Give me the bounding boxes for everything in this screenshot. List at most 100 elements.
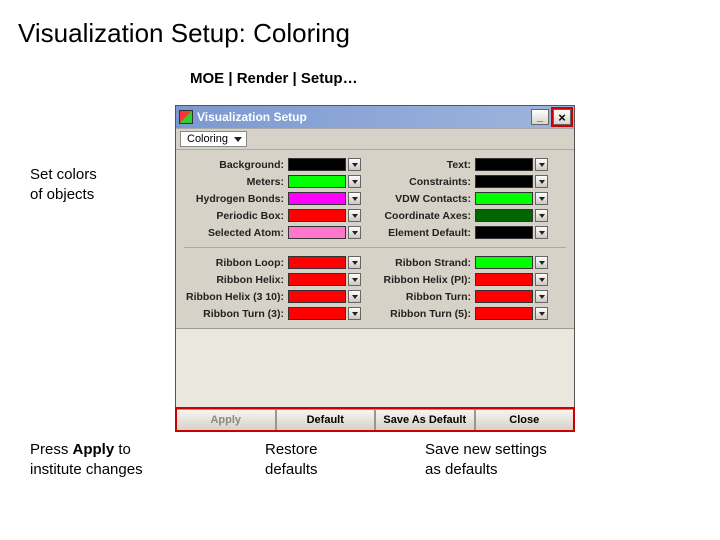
color-label: Ribbon Strand: xyxy=(373,257,473,269)
color-swatch[interactable] xyxy=(288,175,346,188)
color-dropdown[interactable] xyxy=(348,175,361,188)
chevron-down-icon xyxy=(539,312,545,316)
color-swatch[interactable] xyxy=(475,209,533,222)
color-swatch[interactable] xyxy=(475,175,533,188)
color-swatch[interactable] xyxy=(288,209,346,222)
window-title: Visualization Setup xyxy=(197,110,527,124)
color-label: Background: xyxy=(184,159,286,171)
color-label: Ribbon Helix (PI): xyxy=(373,274,473,286)
color-dropdown[interactable] xyxy=(348,256,361,269)
chevron-down-icon xyxy=(352,231,358,235)
color-label: Hydrogen Bonds: xyxy=(184,193,286,205)
color-swatch[interactable] xyxy=(288,273,346,286)
chevron-down-icon xyxy=(539,278,545,282)
chevron-down-icon xyxy=(352,295,358,299)
color-dropdown[interactable] xyxy=(535,290,548,303)
color-dropdown[interactable] xyxy=(535,307,548,320)
chevron-down-icon xyxy=(352,312,358,316)
color-label: Selected Atom: xyxy=(184,227,286,239)
chevron-down-icon xyxy=(539,295,545,299)
color-dropdown[interactable] xyxy=(348,273,361,286)
apply-button[interactable]: Apply xyxy=(176,409,276,431)
app-icon xyxy=(179,110,193,124)
color-dropdown[interactable] xyxy=(348,158,361,171)
chevron-down-icon xyxy=(352,180,358,184)
titlebar[interactable]: Visualization Setup _ × xyxy=(176,106,574,128)
text-bold: Apply xyxy=(73,441,115,458)
color-dropdown[interactable] xyxy=(535,273,548,286)
color-swatch[interactable] xyxy=(475,256,533,269)
annot-restore: Restoredefaults xyxy=(265,440,318,479)
color-dropdown[interactable] xyxy=(348,192,361,205)
color-row: Background: Text: xyxy=(184,156,566,173)
color-label: Meters: xyxy=(184,176,286,188)
tab-select-coloring[interactable]: Coloring xyxy=(180,131,247,147)
color-row: Hydrogen Bonds: VDW Contacts: xyxy=(184,190,566,207)
color-row: Selected Atom:Element Default: xyxy=(184,224,566,241)
color-swatch[interactable] xyxy=(288,307,346,320)
color-label: Text: xyxy=(373,159,473,171)
color-swatch[interactable] xyxy=(475,226,533,239)
color-label: Constraints: xyxy=(373,176,473,188)
color-dropdown[interactable] xyxy=(535,175,548,188)
minimize-button[interactable]: _ xyxy=(531,109,549,125)
color-swatch[interactable] xyxy=(475,290,533,303)
window-visualization-setup: Visualization Setup _ × Coloring Backgro… xyxy=(175,105,575,432)
annot-press-apply: Press Apply toinstitute changes xyxy=(30,440,143,479)
color-swatch[interactable] xyxy=(475,273,533,286)
color-dropdown[interactable] xyxy=(535,226,548,239)
color-row: Ribbon Helix (3 10): Ribbon Turn: xyxy=(184,288,566,305)
chevron-down-icon xyxy=(352,163,358,167)
color-dropdown[interactable] xyxy=(348,307,361,320)
color-label: Ribbon Turn: xyxy=(373,291,473,303)
chevron-down-icon xyxy=(539,214,545,218)
chevron-down-icon xyxy=(539,231,545,235)
close-button[interactable]: × xyxy=(553,109,571,125)
color-row: Ribbon Turn (3): Ribbon Turn (5): xyxy=(184,305,566,322)
tab-label: Coloring xyxy=(187,133,228,145)
page-title: Visualization Setup: Coloring xyxy=(0,0,720,49)
color-label: Ribbon Turn (5): xyxy=(373,308,473,320)
text: Press xyxy=(30,441,73,458)
color-swatch[interactable] xyxy=(288,226,346,239)
color-swatch[interactable] xyxy=(288,158,346,171)
chevron-down-icon xyxy=(352,261,358,265)
color-swatch[interactable] xyxy=(288,256,346,269)
color-dropdown[interactable] xyxy=(348,209,361,222)
breadcrumb: MOE | Render | Setup… xyxy=(190,70,358,87)
color-row: Meters: Constraints: xyxy=(184,173,566,190)
color-dropdown[interactable] xyxy=(535,256,548,269)
color-label: Ribbon Helix: xyxy=(184,274,286,286)
color-label: Ribbon Turn (3): xyxy=(184,308,286,320)
color-label: Periodic Box: xyxy=(184,210,286,222)
color-swatch[interactable] xyxy=(288,192,346,205)
color-swatch[interactable] xyxy=(475,307,533,320)
color-swatch[interactable] xyxy=(475,158,533,171)
panel-empty-area xyxy=(176,328,574,408)
footer-bar: Apply Default Save As Default Close xyxy=(176,408,574,431)
save-as-default-button[interactable]: Save As Default xyxy=(375,409,475,431)
color-dropdown[interactable] xyxy=(535,209,548,222)
color-swatch[interactable] xyxy=(475,192,533,205)
color-dropdown[interactable] xyxy=(535,192,548,205)
tab-bar: Coloring xyxy=(176,128,574,150)
annot-set-colors: Set colorsof objects xyxy=(30,165,97,204)
color-dropdown[interactable] xyxy=(535,158,548,171)
color-label: Ribbon Helix (3 10): xyxy=(184,291,286,303)
annot-save-new: Save new settingsas defaults xyxy=(425,440,547,479)
close-footer-button[interactable]: Close xyxy=(475,409,575,431)
color-label: Ribbon Loop: xyxy=(184,257,286,269)
chevron-down-icon xyxy=(352,197,358,201)
color-dropdown[interactable] xyxy=(348,290,361,303)
default-button[interactable]: Default xyxy=(276,409,376,431)
color-panel: Background: Text: Meters: Constraints: Hydro… xyxy=(176,150,574,328)
color-row: Periodic Box: Coordinate Axes: xyxy=(184,207,566,224)
color-row: Ribbon Helix: Ribbon Helix (PI): xyxy=(184,271,566,288)
color-label: VDW Contacts: xyxy=(373,193,473,205)
color-swatch[interactable] xyxy=(288,290,346,303)
color-label: Coordinate Axes: xyxy=(373,210,473,222)
color-dropdown[interactable] xyxy=(348,226,361,239)
chevron-down-icon xyxy=(234,137,242,142)
color-row: Ribbon Loop: Ribbon Strand: xyxy=(184,254,566,271)
chevron-down-icon xyxy=(539,261,545,265)
